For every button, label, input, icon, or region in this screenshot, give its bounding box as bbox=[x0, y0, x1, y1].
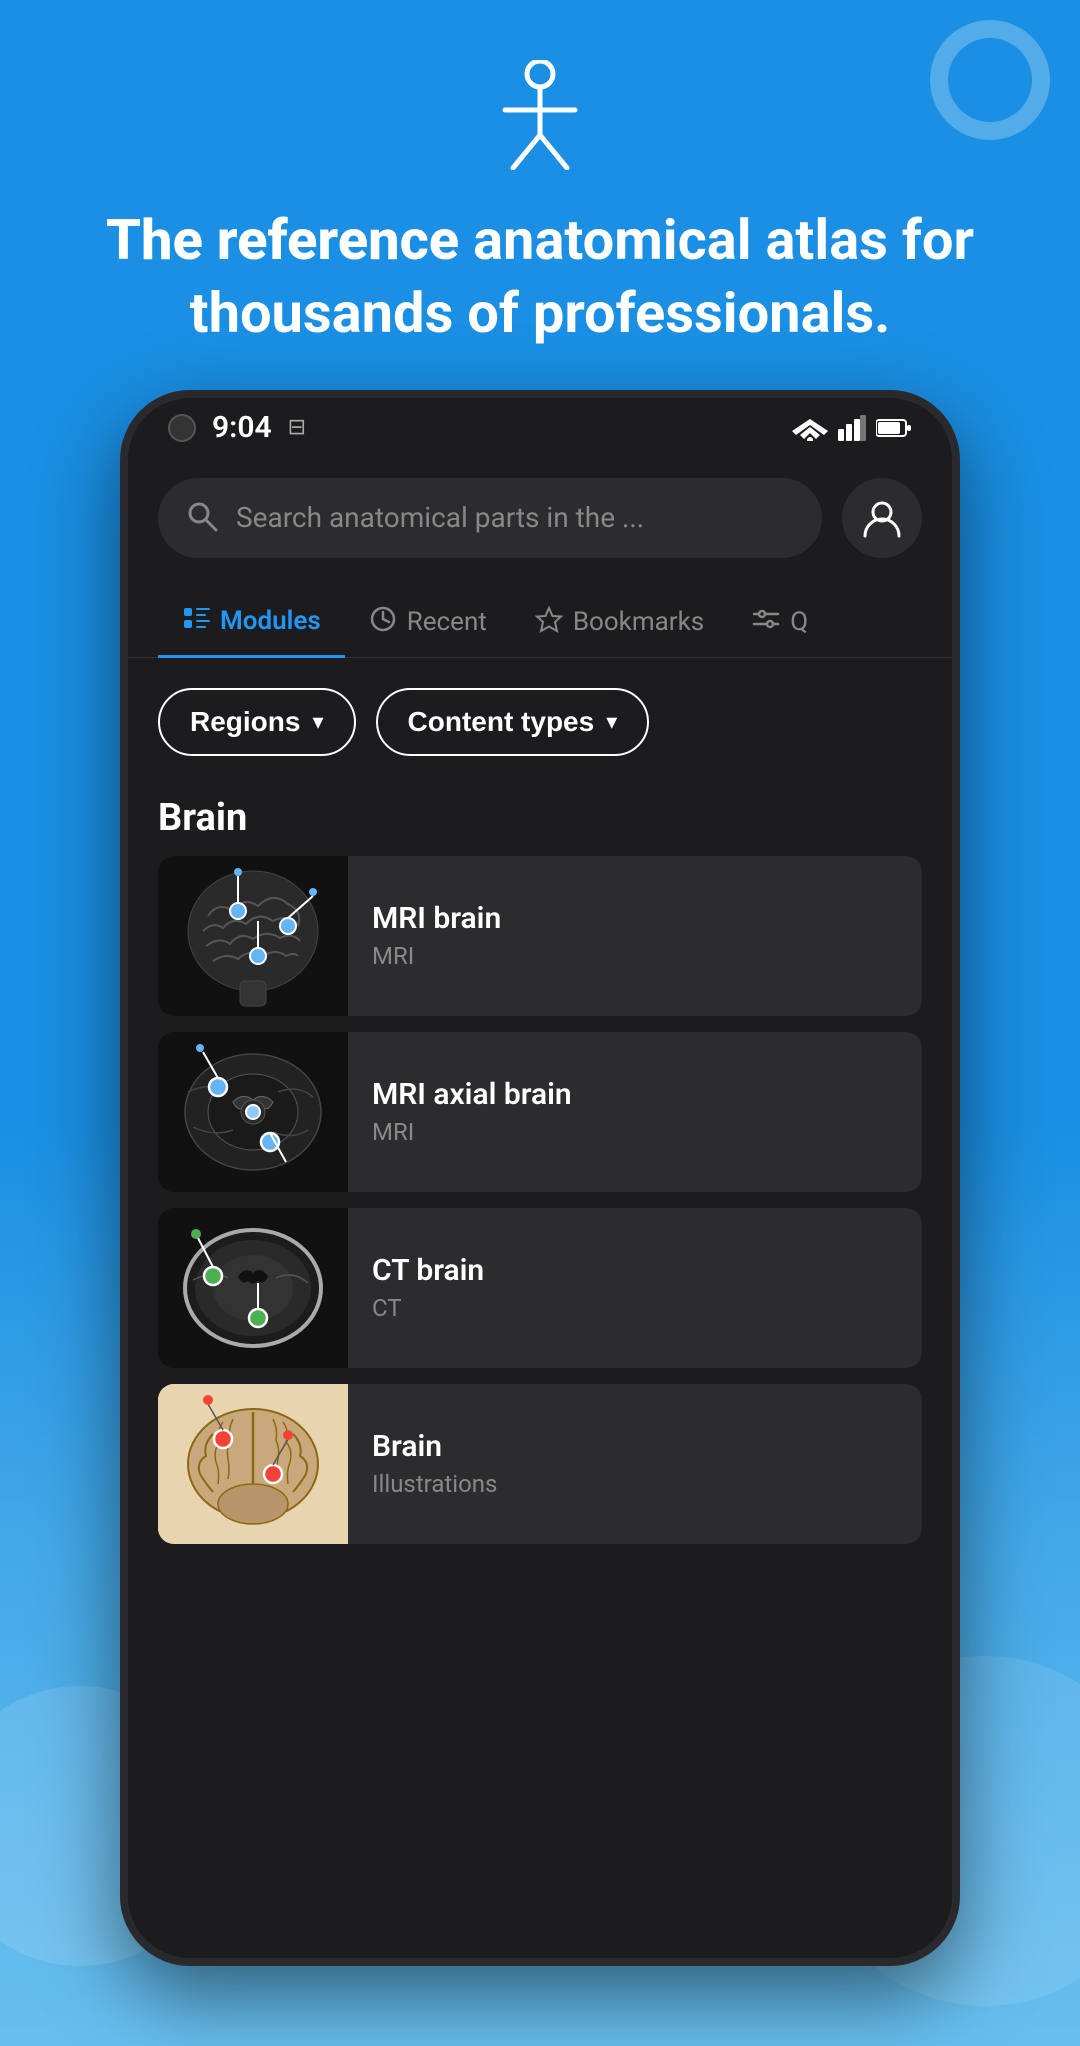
status-extra-icon: ⊟ bbox=[288, 415, 306, 440]
battery-icon bbox=[876, 417, 912, 439]
star-icon bbox=[535, 605, 563, 640]
brain-illustration-thumbnail bbox=[158, 1384, 348, 1544]
regions-filter-button[interactable]: Regions ▾ bbox=[158, 688, 356, 756]
status-right bbox=[792, 415, 912, 441]
regions-filter-label: Regions bbox=[190, 706, 300, 738]
tab-bookmarks-label: Bookmarks bbox=[573, 607, 704, 637]
wifi-icon bbox=[792, 415, 828, 441]
ct-brain-subtitle: CT bbox=[372, 1294, 898, 1322]
mri-axial-brain-info: MRI axial brain MRI bbox=[348, 1077, 922, 1146]
search-section: Search anatomical parts in the ... bbox=[128, 458, 952, 578]
tabs-section: Modules Recent bbox=[128, 578, 952, 658]
tab-search-filter[interactable]: Q bbox=[728, 589, 832, 656]
search-placeholder-text: Search anatomical parts in the ... bbox=[236, 501, 644, 534]
tab-modules-label: Modules bbox=[220, 606, 321, 636]
signal-icon bbox=[838, 415, 866, 441]
search-icon bbox=[186, 500, 218, 536]
content-types-chevron-icon: ▾ bbox=[606, 709, 617, 735]
brain-illustration-info: Brain Illustrations bbox=[348, 1429, 922, 1498]
brain-illustration-subtitle: Illustrations bbox=[372, 1470, 898, 1498]
camera-icon bbox=[168, 414, 196, 442]
app-background: The reference anatomical atlas for thous… bbox=[0, 0, 1080, 2046]
search-bar[interactable]: Search anatomical parts in the ... bbox=[158, 478, 822, 558]
tab-recent[interactable]: Recent bbox=[345, 589, 511, 656]
regions-chevron-icon: ▾ bbox=[312, 709, 323, 735]
modules-icon bbox=[182, 604, 210, 639]
human-figure-icon bbox=[495, 60, 585, 174]
mri-axial-brain-thumbnail bbox=[158, 1032, 348, 1192]
mri-axial-brain-title: MRI axial brain bbox=[372, 1077, 898, 1112]
ct-brain-thumbnail bbox=[158, 1208, 348, 1368]
filter-icon bbox=[752, 605, 780, 640]
status-left: 9:04 ⊟ bbox=[168, 410, 306, 445]
tab-bookmarks[interactable]: Bookmarks bbox=[511, 589, 728, 656]
modules-list: MRI brain MRI bbox=[128, 856, 952, 1544]
hero-section: The reference anatomical atlas for thous… bbox=[0, 0, 1080, 390]
tab-modules[interactable]: Modules bbox=[158, 588, 345, 658]
content-types-filter-button[interactable]: Content types ▾ bbox=[376, 688, 650, 756]
status-time: 9:04 bbox=[212, 410, 272, 445]
clock-icon bbox=[369, 605, 397, 640]
filter-section: Regions ▾ Content types ▾ bbox=[128, 658, 952, 776]
module-ct-brain[interactable]: CT brain CT bbox=[158, 1208, 922, 1368]
hero-title: The reference anatomical atlas for thous… bbox=[0, 204, 1080, 350]
mri-brain-info: MRI brain MRI bbox=[348, 901, 922, 970]
deco-circle-top bbox=[930, 20, 1050, 140]
mri-axial-brain-subtitle: MRI bbox=[372, 1118, 898, 1146]
module-mri-axial-brain[interactable]: MRI axial brain MRI bbox=[158, 1032, 922, 1192]
content-types-filter-label: Content types bbox=[408, 706, 595, 738]
ct-brain-info: CT brain CT bbox=[348, 1253, 922, 1322]
mri-brain-thumbnail bbox=[158, 856, 348, 1016]
user-icon bbox=[862, 498, 902, 538]
module-brain-illustration[interactable]: Brain Illustrations bbox=[158, 1384, 922, 1544]
mri-brain-title: MRI brain bbox=[372, 901, 898, 936]
app-content: Search anatomical parts in the ... bbox=[128, 458, 952, 1958]
brain-section-title: Brain bbox=[158, 796, 247, 840]
phone-mockup: 9:04 ⊟ bbox=[120, 390, 960, 1966]
ct-brain-title: CT brain bbox=[372, 1253, 898, 1288]
tab-recent-label: Recent bbox=[407, 607, 487, 637]
brain-illustration-title: Brain bbox=[372, 1429, 898, 1464]
module-mri-brain[interactable]: MRI brain MRI bbox=[158, 856, 922, 1016]
status-bar: 9:04 ⊟ bbox=[128, 398, 952, 458]
tab-q-label: Q bbox=[790, 607, 808, 637]
mri-brain-subtitle: MRI bbox=[372, 942, 898, 970]
user-profile-button[interactable] bbox=[842, 478, 922, 558]
brain-section-header: Brain bbox=[128, 776, 952, 856]
